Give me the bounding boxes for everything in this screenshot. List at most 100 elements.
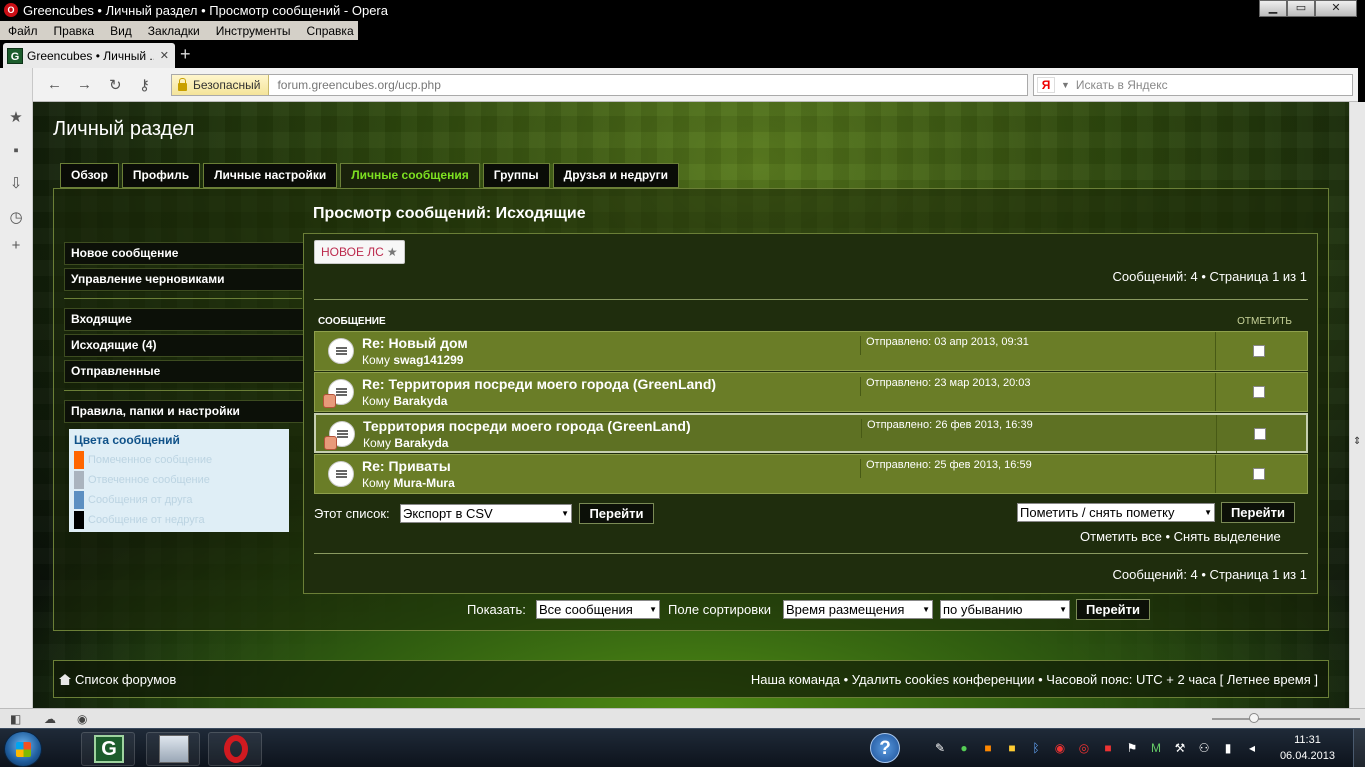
network-icon[interactable]: ▮ [1220,740,1236,756]
message-subject-link[interactable]: Re: Новый дом [362,335,468,351]
mark-checkbox[interactable] [1254,428,1266,440]
browser-tab[interactable]: G Greencubes • Личный ... ✕ [3,43,175,68]
minimize-icon[interactable]: ▁ [1259,0,1287,17]
sidebar-item-sent[interactable]: Отправленные [64,360,304,383]
home-icon[interactable] [59,674,71,685]
dropdown-arrow-icon: ▼ [649,605,657,614]
new-tab-icon[interactable]: + [180,44,191,64]
order-select[interactable]: по убыванию ▼ [940,600,1070,619]
panel-toggle-icon[interactable]: ◧ [10,712,21,726]
tray-icon[interactable]: M [1148,740,1164,756]
section-title: Просмотр сообщений: Исходящие [313,205,586,222]
unmark-all-link[interactable]: Снять выделение [1174,529,1281,544]
tray-icon[interactable]: ◉ [1052,740,1068,756]
mark-checkbox[interactable] [1253,468,1265,480]
message-subject-link[interactable]: Re: Приваты [362,458,451,474]
footer-links[interactable]: Наша команда • Удалить cookies конференц… [751,672,1318,687]
tab-private-messages[interactable]: Личные сообщения [340,163,480,188]
message-subject-link[interactable]: Территория посреди моего города (GreenLa… [363,418,691,434]
speed-dial-icon[interactable]: ◉ [77,712,87,726]
url-text[interactable]: forum.greencubes.org/ucp.php [269,78,440,92]
legend-label: Помеченное сообщение [88,454,213,466]
help-icon[interactable]: ? [870,733,900,763]
url-field[interactable]: Безопасный forum.greencubes.org/ucp.php [171,74,1028,96]
notes-icon[interactable]: ▪ [8,143,24,159]
mark-checkbox[interactable] [1253,386,1265,398]
bookmarks-star-icon[interactable]: ★ [8,110,24,126]
tray-icon[interactable]: ⚇ [1196,740,1212,756]
recipient-link[interactable]: swag141299 [393,353,463,367]
window-title: Greencubes • Личный раздел • Просмотр со… [23,3,388,18]
recipient-link[interactable]: Barakyda [394,436,448,450]
tab-preferences[interactable]: Личные настройки [203,163,338,188]
key-icon[interactable]: ⚷ [139,76,150,94]
taskbar-clock[interactable]: 11:31 06.04.2013 [1280,732,1335,764]
menu-file[interactable]: Файл [0,24,46,38]
forward-icon[interactable]: → [77,76,92,93]
taskbar-app-greencubes[interactable]: G [81,732,135,766]
show-select[interactable]: Все сообщения ▼ [536,600,660,619]
volume-icon[interactable]: ◂ [1244,740,1260,756]
search-engine-dropdown-icon[interactable]: ▼ [1061,80,1070,90]
recipient-link[interactable]: Mura-Mura [393,476,454,490]
tray-icon[interactable]: ⚑ [1124,740,1140,756]
mark-all-link[interactable]: Отметить все [1080,529,1162,544]
search-input[interactable]: Я ▼ Искать в Яндекс [1033,74,1353,96]
taskbar-app-calculator[interactable] [146,732,200,766]
zoom-slider[interactable] [1212,713,1360,723]
tab-profile[interactable]: Профиль [121,163,201,188]
bluetooth-icon[interactable]: ᛒ [1028,740,1044,756]
menu-tools[interactable]: Инструменты [208,24,299,38]
sort-go-button[interactable]: Перейти [1076,599,1150,620]
sidebar-item-compose[interactable]: Новое сообщение [64,242,304,265]
menu-bookmarks[interactable]: Закладки [140,24,208,38]
export-go-button[interactable]: Перейти [579,503,654,524]
tray-icon[interactable]: ◎ [1076,740,1092,756]
sidebar-item-outbox[interactable]: Исходящие (4) [64,334,304,357]
zoom-slider-handle[interactable] [1249,713,1259,723]
downloads-icon[interactable]: ⇩ [8,176,24,192]
sidebar-item-inbox[interactable]: Входящие [64,308,304,331]
sidebar-item-rules[interactable]: Правила, папки и настройки [64,400,304,423]
tray-icon[interactable]: ■ [980,740,996,756]
message-list-panel: НОВОЕ ЛС ★ Сообщений: 4 • Страница 1 из 1… [303,233,1318,594]
back-icon[interactable]: ← [47,76,62,93]
page-scrollbar[interactable]: ⇕ [1349,102,1365,708]
tray-icon[interactable]: ■ [1100,740,1116,756]
menu-edit[interactable]: Правка [46,24,103,38]
tab-overview[interactable]: Обзор [60,163,119,188]
taskbar-app-opera[interactable] [208,732,262,766]
tray-icon[interactable]: ● [956,740,972,756]
tab-groups[interactable]: Группы [482,163,550,188]
scroll-arrows-icon[interactable]: ⇕ [1353,436,1361,447]
message-recipient: Кому Barakyda [362,394,447,408]
tab-close-icon[interactable]: ✕ [154,49,175,62]
tray-icon[interactable]: ■ [1004,740,1020,756]
mark-checkbox[interactable] [1253,345,1265,357]
menu-help[interactable]: Справка [299,24,362,38]
to-prefix: Кому [362,394,391,408]
close-icon[interactable]: ✕ [1315,0,1357,17]
reload-icon[interactable]: ↻ [109,76,122,94]
menu-view[interactable]: Вид [102,24,140,38]
opera-link-cloud-icon[interactable]: ☁ [44,712,56,726]
mark-action-select[interactable]: Пометить / снять пометку ▼ [1017,503,1215,522]
start-button[interactable] [4,731,42,767]
tab-friends-foes[interactable]: Друзья и недруги [552,163,680,188]
add-panel-icon[interactable]: + [8,238,24,254]
secure-badge[interactable]: Безопасный [172,75,270,95]
export-select[interactable]: Экспорт в CSV ▼ [400,504,572,523]
sort-select[interactable]: Время размещения ▼ [783,600,933,619]
message-subject-link[interactable]: Re: Территория посреди моего города (Gre… [362,376,716,392]
mark-go-button[interactable]: Перейти [1221,502,1295,523]
tray-icon[interactable]: ⚒ [1172,740,1188,756]
history-clock-icon[interactable]: ◷ [8,210,24,226]
sidebar-item-drafts[interactable]: Управление черновиками [64,268,304,291]
forum-list-link[interactable]: Список форумов [75,672,176,687]
maximize-icon[interactable]: ▭ [1287,0,1315,17]
legend-item: Отвеченное сообщение [74,470,284,490]
show-desktop-button[interactable] [1353,729,1365,767]
new-pm-button[interactable]: НОВОЕ ЛС ★ [314,240,405,264]
recipient-link[interactable]: Barakyda [393,394,447,408]
tray-icon[interactable]: ✎ [932,740,948,756]
